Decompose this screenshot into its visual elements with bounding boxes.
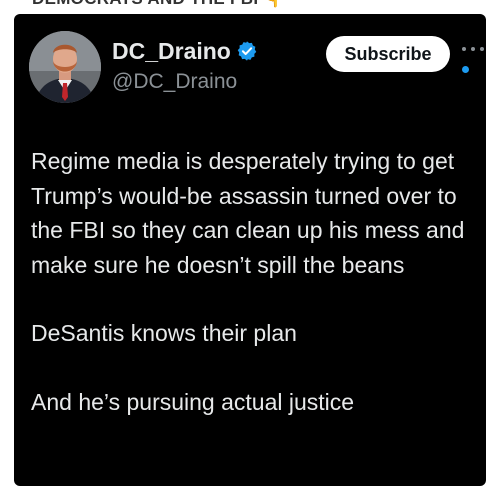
notification-dot — [462, 66, 469, 73]
author-name-row[interactable]: DC_Draino — [112, 38, 258, 64]
tweet-text: Regime media is desperately trying to ge… — [31, 144, 481, 419]
tweet-paragraph: Regime media is desperately trying to ge… — [31, 148, 465, 278]
avatar[interactable] — [29, 31, 101, 103]
subscribe-button[interactable]: Subscribe — [326, 36, 450, 72]
header-strip-text: DEMOCRATS AND THE FBI 👇 — [32, 0, 285, 9]
tweet-card: DC_Draino @DC_Draino Subscribe Regime me… — [14, 14, 486, 486]
tweet-paragraph: DeSantis knows their plan — [31, 320, 297, 346]
author-display-name[interactable]: DC_Draino — [112, 38, 231, 64]
verified-badge-icon — [237, 41, 257, 61]
header-strip-label: DEMOCRATS AND THE FBI — [32, 0, 258, 8]
author-handle[interactable]: @DC_Draino — [112, 70, 237, 94]
tweet-paragraph: And he’s pursuing actual justice — [31, 388, 355, 415]
pointing-down-emoji: 👇 — [263, 0, 284, 8]
more-options-icon[interactable] — [460, 44, 486, 54]
header-strip: DEMOCRATS AND THE FBI 👇 — [0, 0, 500, 14]
avatar-image — [29, 31, 101, 103]
